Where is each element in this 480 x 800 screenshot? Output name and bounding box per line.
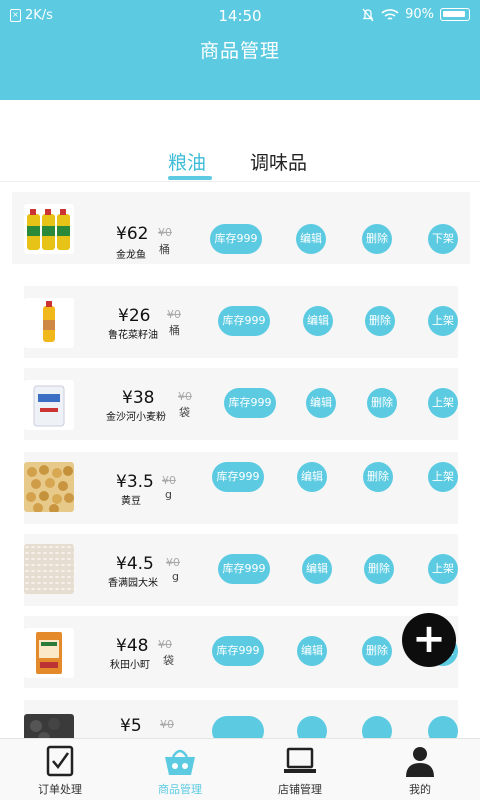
unlist-button[interactable]: 下架 [428, 224, 458, 254]
edit-button[interactable] [297, 716, 327, 738]
edit-button[interactable]: 编辑 [297, 462, 327, 492]
product-name: 鲁花菜籽油 [108, 330, 158, 341]
product-unit: g [165, 488, 172, 501]
mute-icon [362, 8, 374, 21]
battery-percent: 90% [405, 7, 434, 22]
edit-button[interactable]: 编辑 [303, 306, 333, 336]
product-unit: 袋 [163, 654, 174, 667]
product-price: ¥5 [120, 716, 142, 736]
person-icon [406, 747, 434, 777]
delete-button[interactable]: 删除 [363, 462, 393, 492]
nav-item-profile[interactable]: 我的 [360, 739, 480, 800]
product-price: ¥3.5 [116, 472, 154, 492]
product-thumbnail [24, 298, 74, 348]
wifi-icon [381, 8, 399, 20]
product-thumbnail [24, 462, 74, 512]
product-row: ¥26 ¥0 鲁花菜籽油 桶 库存999 编辑 删除 上架 [24, 286, 458, 358]
product-row: ¥48 ¥0 秋田小町 袋 库存999 编辑 删除 上架 [24, 616, 458, 688]
product-price: ¥26 [118, 306, 151, 326]
product-unit: 桶 [159, 243, 170, 256]
status-bar: × 2K/s 14:50 90% [0, 6, 480, 26]
stock-button[interactable]: 库存999 [218, 554, 270, 584]
list-button[interactable] [428, 716, 458, 738]
add-product-button[interactable]: + [402, 613, 456, 667]
product-row: ¥3.5 ¥0 黄豆 g 库存999 编辑 删除 上架 [24, 452, 458, 524]
nav-label: 订单处理 [38, 783, 82, 796]
product-old-price: ¥0 [166, 556, 180, 569]
stock-button[interactable]: 库存999 [224, 388, 276, 418]
product-unit: 桶 [169, 324, 180, 337]
page-title: 商品管理 [199, 40, 280, 62]
edit-button[interactable]: 编辑 [302, 554, 332, 584]
active-tab-indicator [168, 176, 212, 180]
tab-seasoning[interactable]: 调味品 [250, 148, 307, 175]
list-button[interactable]: 上架 [428, 554, 458, 584]
product-row: ¥38 ¥0 金沙河小麦粉 袋 库存999 编辑 删除 上架 [24, 368, 458, 440]
delete-button[interactable]: 删除 [364, 554, 394, 584]
edit-button[interactable]: 编辑 [296, 224, 326, 254]
nav-label: 店铺管理 [278, 783, 322, 796]
delete-button[interactable]: 删除 [365, 306, 395, 336]
delete-button[interactable]: 删除 [362, 224, 392, 254]
tab-grain-oil[interactable]: 粮油 [168, 148, 206, 175]
list-button[interactable]: 上架 [428, 388, 458, 418]
product-thumbnail [24, 628, 74, 678]
product-thumbnail [24, 380, 74, 430]
product-row: ¥62 ¥0 金龙鱼 桶 库存999 编辑 删除 下架 [12, 192, 470, 264]
product-old-price: ¥0 [158, 638, 172, 651]
nav-item-store[interactable]: 店铺管理 [240, 739, 360, 800]
stock-button[interactable] [212, 716, 264, 738]
stock-button[interactable]: 库存999 [210, 224, 262, 254]
product-price: ¥4.5 [116, 554, 154, 574]
product-old-price: ¥0 [167, 308, 181, 321]
delete-button[interactable]: 删除 [362, 636, 392, 666]
product-old-price: ¥0 [158, 226, 172, 239]
product-name: 金龙鱼 [116, 250, 146, 261]
product-old-price: ¥0 [162, 474, 176, 487]
product-name: 黄豆 [121, 496, 141, 507]
product-price: ¥62 [116, 224, 149, 244]
category-tabs: 粮油 调味品 [0, 148, 480, 182]
nav-label: 商品管理 [158, 783, 202, 796]
product-price: ¥48 [116, 636, 149, 656]
product-name: 秋田小町 [110, 660, 150, 671]
order-check-icon [46, 745, 74, 777]
nav-item-orders[interactable]: 订单处理 [0, 739, 120, 800]
product-unit: g [172, 570, 179, 583]
product-name: 香满园大米 [108, 578, 158, 589]
app-header: × 2K/s 14:50 90% 商品管理 [0, 0, 480, 100]
bottom-nav: 订单处理 商品管理 店铺管理 我的 [0, 738, 480, 800]
product-thumbnail [24, 204, 74, 254]
delete-button[interactable]: 删除 [367, 388, 397, 418]
product-price: ¥38 [122, 388, 155, 408]
stock-button[interactable]: 库存999 [218, 306, 270, 336]
product-old-price: ¥0 [178, 390, 192, 403]
stock-button[interactable]: 库存999 [212, 636, 264, 666]
delete-button[interactable] [362, 716, 392, 738]
product-thumbnail [24, 544, 74, 594]
product-row: ¥5 ¥0 [24, 700, 458, 738]
laptop-icon [284, 747, 316, 773]
product-old-price: ¥0 [160, 718, 174, 731]
edit-button[interactable]: 编辑 [306, 388, 336, 418]
battery-icon [440, 8, 470, 21]
nav-label: 我的 [409, 783, 431, 796]
list-button[interactable]: 上架 [428, 462, 458, 492]
nav-item-products[interactable]: 商品管理 [120, 739, 240, 800]
basket-icon [165, 749, 195, 775]
stock-button[interactable]: 库存999 [212, 462, 264, 492]
product-name: 金沙河小麦粉 [106, 412, 166, 423]
edit-button[interactable]: 编辑 [297, 636, 327, 666]
product-unit: 袋 [179, 406, 190, 419]
product-thumbnail [24, 714, 74, 738]
list-button[interactable]: 上架 [428, 306, 458, 336]
product-row: ¥4.5 ¥0 香满园大米 g 库存999 编辑 删除 上架 [24, 534, 458, 606]
